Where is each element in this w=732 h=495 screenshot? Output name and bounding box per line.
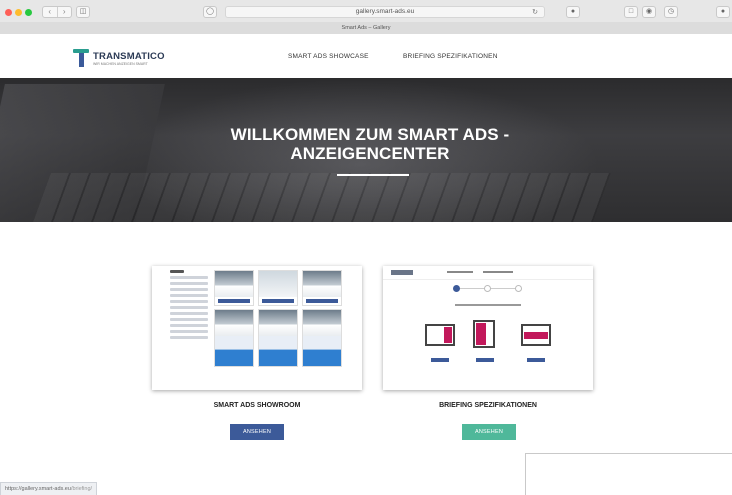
briefing-thumb-header [383,266,593,280]
briefing-thumb-button [527,358,545,362]
showroom-thumb-column [258,270,298,370]
extension-icon[interactable]: ● [566,6,580,18]
history-nav: ‹ › [42,6,72,18]
format-box-icon [521,324,551,346]
showroom-view-button[interactable]: ANSEHEN [230,424,284,440]
briefing-thumb-steps [453,285,523,293]
forward-icon[interactable]: › [56,7,72,17]
hero-keyboard-image [29,173,611,222]
logo-name: TRANSMATICO [93,51,165,62]
briefing-thumb-button [476,358,494,362]
showroom-thumb-column [302,270,342,370]
shield-icon[interactable]: ◯ [203,6,217,18]
account-icon[interactable]: ◉ [642,6,656,18]
popup-box [525,453,732,495]
browser-toolbar: ‹ › ◫ ◯ gallery.smart-ads.eu ↻ ● □ ◉ ◷ ● [0,0,732,22]
address-bar[interactable]: gallery.smart-ads.eu ↻ [225,6,545,18]
address-text: gallery.smart-ads.eu [355,8,415,15]
briefing-thumbnail[interactable] [383,266,593,390]
logo-mark-icon [73,49,89,67]
site-logo[interactable]: TRANSMATICO WIR MACHEN ANZEIGEN SMART [73,49,183,73]
showroom-thumb-column [214,270,254,370]
sidebar-icon[interactable]: ◫ [76,6,90,18]
hero-divider [337,174,409,176]
downloads-icon[interactable]: ◷ [664,6,678,18]
format-box-icon [425,324,455,346]
tab-title[interactable]: Smart Ads – Gallery [0,22,732,34]
nav-link-showcase[interactable]: SMART ADS SHOWCASE [288,53,369,60]
share-icon[interactable]: □ [624,6,638,18]
close-window-button[interactable] [5,9,12,16]
status-bar-url: https://gallery.smart-ads.eu/briefing/ [0,482,98,495]
card-title-showroom: SMART ADS SHOWROOM [213,402,301,409]
card-title-briefing: BRIEFING SPEZIFIKATIONEN [439,402,537,409]
status-url-path: /briefing/ [70,486,93,492]
logo-tagline: WIR MACHEN ANZEIGEN SMART [93,62,148,66]
showroom-thumb-sidebar [170,270,208,342]
extension-icon-2[interactable]: ● [716,6,730,18]
minimize-window-button[interactable] [15,9,22,16]
format-box-icon [473,320,495,348]
back-icon[interactable]: ‹ [43,7,57,17]
nav-link-briefing[interactable]: BRIEFING SPEZIFIKATIONEN [403,53,498,60]
briefing-view-button[interactable]: ANSEHEN [462,424,516,440]
reload-icon[interactable]: ↻ [532,8,538,16]
status-url-base: https://gallery.smart-ads.eu [5,486,71,492]
briefing-thumb-question [455,304,521,306]
showroom-thumbnail[interactable] [152,266,362,390]
zoom-window-button[interactable] [25,9,32,16]
browser-chrome: ‹ › ◫ ◯ gallery.smart-ads.eu ↻ ● □ ◉ ◷ ●… [0,0,732,34]
briefing-thumb-button [431,358,449,362]
hero-title: WILLKOMMEN ZUM SMART ADS - ANZEIGENCENTE… [230,125,510,163]
